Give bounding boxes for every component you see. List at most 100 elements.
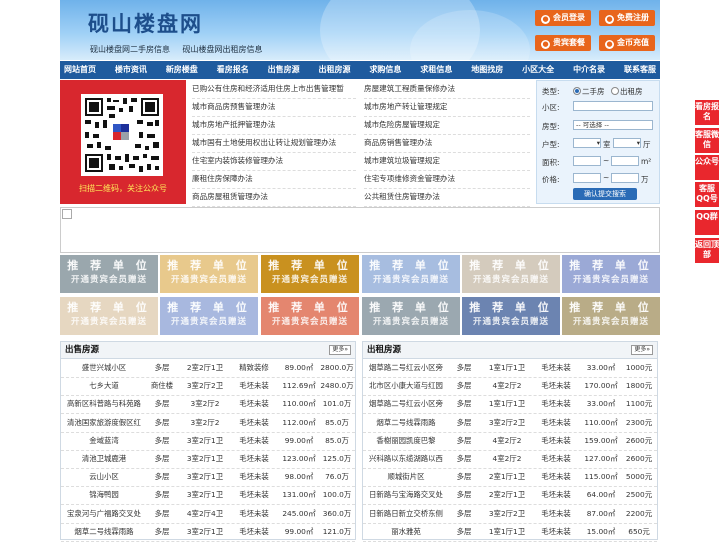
recommended-unit-ad[interactable]: 推 荐 单 位开通贵宾会员赠送 [562,297,660,335]
listing-decoration: 毛坯未装 [239,508,269,518]
listing-row[interactable]: 兴科路以东缆湖路以西 多层 4室2厅2 毛坯未装 127.00㎡ 2600元 [363,450,657,469]
policy-link[interactable]: 城市房地产转让管理规定 [364,98,530,117]
recommended-unit-ad[interactable]: 推 荐 单 位开通贵宾会员赠送 [60,297,158,335]
bedroom-select[interactable]: ▾ [573,138,601,148]
site-logo-title[interactable]: 砚山楼盘网 [88,8,203,38]
recommended-unit-ad[interactable]: 推 荐 单 位开通贵宾会员赠送 [462,297,560,335]
sale-more-link[interactable]: 更多» [329,345,351,355]
side-service-qq[interactable]: 客服QQ号 [695,182,719,207]
listing-row[interactable]: 丽水雅苑 多层 1室1厅1卫 毛坯未装 15.00㎡ 650元 [363,523,657,542]
search-submit-button[interactable]: 确认提交搜索 [573,188,637,200]
listing-layout: 4室2厅2 [492,435,522,445]
area-max-input[interactable] [611,156,639,166]
listing-row[interactable]: 清池国家旅游度假区红 多层 3室2厅2 毛坯未装 112.00㎡ 85.0万 [61,414,355,433]
listing-row[interactable]: 云山小区 多层 3室2厅1卫 毛坯未装 98.00㎡ 76.0万 [61,468,355,488]
listing-row[interactable]: 烟草路二号红云小区旁 多层 1室1厅1卫 毛坯未装 33.00㎡ 1100元 [363,395,657,415]
recommended-unit-ad[interactable]: 推 荐 单 位开通贵宾会员赠送 [160,297,258,335]
listing-building-type: 多层 [456,472,472,482]
listing-building-type: 多层 [154,417,170,427]
nav-customer-service[interactable]: 联系客服 [624,61,656,79]
listing-row[interactable]: 日新路日新立交桥东侧 多层 3室2厅2卫 毛坯未装 87.00㎡ 2200元 [363,505,657,524]
nav-home[interactable]: 网站首页 [64,61,96,79]
recommended-unit-ad[interactable]: 推 荐 单 位开通贵宾会员赠送 [462,255,560,293]
listing-location: 锦海鸭园 [89,490,119,500]
recommended-unit-ad[interactable]: 推 荐 单 位开通贵宾会员赠送 [261,255,359,293]
listing-decoration: 毛坯未装 [541,454,571,463]
policy-link[interactable]: 城市房地产抵押管理办法 [192,116,356,135]
listing-row[interactable]: 锦海鸭园 多层 3室2厅1卫 毛坯未装 131.00㎡ 100.0万 [61,486,355,506]
side-official-account[interactable]: 公众号 [695,155,719,180]
policy-link[interactable]: 城市建筑垃圾管理规定 [364,152,530,171]
recommended-unit-ad[interactable]: 推 荐 单 位开通贵宾会员赠送 [261,297,359,335]
policy-link[interactable]: 公共租赁住房管理办法 [364,188,530,207]
side-viewing-signup[interactable]: 看房报名 [695,100,719,125]
ad-title: 推 荐 单 位 [268,259,352,272]
rent-panel-header: 出租房源 更多» [363,342,657,359]
listing-location: 兴科路以东缆湖路以西 [369,454,443,463]
listing-row[interactable]: 清池卫城鹿港 多层 3室2厅1卫 毛坯未装 123.00㎡ 125.0万 [61,450,355,469]
policy-link[interactable]: 住宅专项维修资金管理办法 [364,170,530,189]
policy-link[interactable]: 廉租住房保障办法 [192,170,356,189]
recommended-unit-ad[interactable]: 推 荐 单 位开通贵宾会员赠送 [160,255,258,293]
nav-communities[interactable]: 小区大全 [522,61,554,79]
nav-viewing-signup[interactable]: 看房报名 [217,61,249,79]
policy-link[interactable]: 住宅室内装饰装修管理办法 [192,152,356,171]
listing-row[interactable]: 金域蓝湾 多层 3室2厅1卫 毛坯未装 99.00㎡ 85.0万 [61,432,355,451]
nav-agents[interactable]: 中介名录 [573,61,605,79]
nav-for-sale[interactable]: 出售房源 [268,61,300,79]
policy-link[interactable]: 城市商品房预售管理办法 [192,98,356,117]
listing-layout: 3室2厅1卫 [186,526,224,536]
side-service-wechat[interactable]: 客服微信 [695,128,719,153]
side-back-to-top[interactable]: 返回顶部 [695,238,719,263]
nav-news[interactable]: 楼市资讯 [115,61,147,79]
policy-link[interactable]: 已购公有住房和经济适用住房上市出售管理暂 [192,80,356,99]
policy-link[interactable]: 城市国有土地使用权出让转让规划管理办法 [192,134,356,153]
recommended-unit-ad[interactable]: 推 荐 单 位开通贵宾会员赠送 [60,255,158,293]
listing-row[interactable]: 日新路与宝海路交叉处 多层 2室2厅1卫 毛坯未装 64.00㎡ 2500元 [363,486,657,506]
side-qq-group[interactable]: QQ群 [695,210,719,235]
nav-wanted-rent[interactable]: 求租信息 [420,61,452,79]
radio-rental[interactable]: 出租房 [611,86,643,97]
vip-package-button[interactable]: ● 贵宾套餐 [535,35,591,51]
listing-price: 76.0万 [325,472,349,482]
rent-more-link[interactable]: 更多» [631,345,653,355]
coin-recharge-button[interactable]: ● 金币充值 [599,35,655,51]
area-min-input[interactable] [573,156,601,166]
listing-row[interactable]: 香榭丽园凯度巴黎 多层 4室2厅2 毛坯未装 159.00㎡ 2600元 [363,432,657,451]
listing-row[interactable]: 烟草二号线霖雨路 多层 3室2厅1卫 毛坯未装 99.00㎡ 121.0万 [61,523,355,542]
listing-row[interactable]: 北市区小康大道与红园 多层 4室2厅2 毛坯未装 170.00㎡ 1800元 [363,377,657,397]
policy-link[interactable]: 房屋建筑工程质量保修办法 [364,80,530,99]
price-min-input[interactable] [573,173,601,183]
price-max-input[interactable] [611,173,639,183]
livingroom-select[interactable]: ▾ [613,138,641,148]
listing-row[interactable]: 烟草路二号红云小区旁 多层 1室1厅1卫 毛坯未装 33.00㎡ 1000元 [363,359,657,378]
listing-row[interactable]: 盛世兴城小区 多层 2室2厅1卫 精致装修 89.00㎡ 2800.0万 [61,359,355,378]
nav-for-rent[interactable]: 出租房源 [319,61,351,79]
listing-row[interactable]: 七乡大道 商住楼 3室2厅2卫 毛坯未装 112.69㎡ 2480.0万 [61,377,355,397]
room-type-select[interactable]: -- 可选择 -- [573,120,653,130]
listing-row[interactable]: 顺城街片区 多层 2室1厅1卫 毛坯未装 115.00㎡ 5000元 [363,468,657,488]
listing-price: 5000元 [625,472,653,482]
register-button[interactable]: ● 免费注册 [599,10,655,26]
login-button[interactable]: ● 会员登录 [535,10,591,26]
listing-decoration: 毛坯未装 [541,435,571,445]
nav-wanted-buy[interactable]: 求购信息 [369,61,401,79]
recommended-unit-ad[interactable]: 推 荐 单 位开通贵宾会员赠送 [562,255,660,293]
policy-link[interactable]: 商品房销售管理办法 [364,134,530,153]
listing-location: 云山小区 [89,472,119,482]
community-input[interactable] [573,101,653,111]
listing-row[interactable]: 烟草二号线霖雨路 多层 3室2厅2卫 毛坯未装 110.00㎡ 2300元 [363,414,657,433]
listing-building-type: 多层 [154,435,170,445]
radio-secondhand[interactable]: 二手房 [573,86,605,97]
policy-link[interactable]: 城市危险房屋管理规定 [364,116,530,135]
nav-map-search[interactable]: 地图找房 [471,61,503,79]
listing-layout: 1室1厅1卫 [488,399,526,409]
banner-image-placeholder[interactable] [60,207,660,253]
recommended-unit-ad[interactable]: 推 荐 单 位开通贵宾会员赠送 [362,297,460,335]
nav-new-homes[interactable]: 新房楼盘 [166,61,198,79]
recommended-unit-ad[interactable]: 推 荐 单 位开通贵宾会员赠送 [362,255,460,293]
listing-row[interactable]: 高新区科普路与科苑路 多层 3室2厅2 毛坯未装 110.00㎡ 101.0万 [61,395,355,415]
listing-layout: 3室2厅2 [190,417,220,427]
listing-row[interactable]: 宝泉河与广福路交叉处 多层 4室2厅4卫 毛坯未装 245.00㎡ 360.0万 [61,505,355,524]
policy-link[interactable]: 商品房屋租赁管理办法 [192,188,356,207]
